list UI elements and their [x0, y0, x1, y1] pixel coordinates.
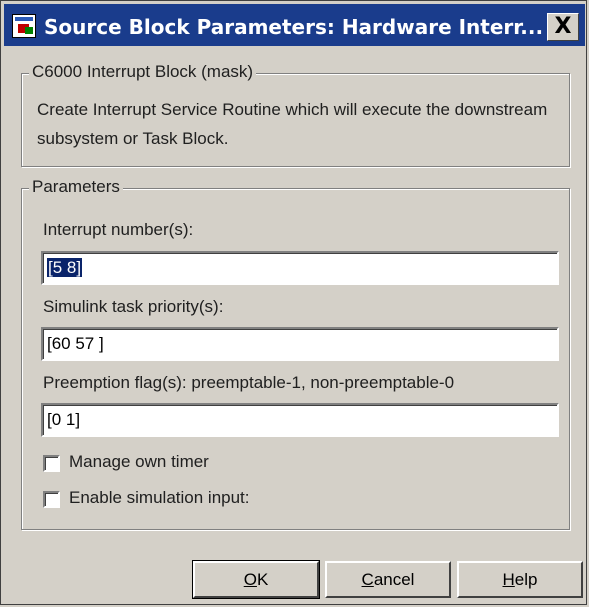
enable-simulation-input-checkbox[interactable] — [43, 491, 60, 508]
preemption-flags-label: Preemption flag(s): preemptable-1, non-p… — [43, 373, 455, 392]
manage-own-timer-label[interactable]: Manage own timer — [69, 452, 209, 472]
task-priority-value: [60 57 ] — [47, 334, 104, 353]
title-bar[interactable]: Source Block Parameters: Hardware Interr… — [4, 4, 585, 46]
interrupt-numbers-input[interactable]: [5 8] — [41, 251, 559, 285]
window-title: Source Block Parameters: Hardware Interr… — [44, 15, 544, 39]
help-label-rest: elp — [514, 570, 538, 589]
mask-description: Create Interrupt Service Routine which w… — [37, 100, 548, 148]
block-parameters-dialog: Source Block Parameters: Hardware Interr… — [0, 0, 587, 605]
task-priority-input[interactable]: [60 57 ] — [41, 327, 559, 361]
ok-mnemonic: O — [243, 570, 257, 589]
preemption-flags-value: [0 1] — [47, 410, 81, 429]
help-button[interactable]: Help — [457, 561, 583, 598]
interrupt-numbers-label: Interrupt number(s): — [43, 220, 194, 239]
ok-label-rest: K — [256, 570, 269, 589]
close-button[interactable]: X — [547, 13, 579, 41]
cancel-mnemonic: C — [361, 570, 374, 589]
task-priority-label: Simulink task priority(s): — [43, 297, 224, 316]
mask-group-legend: C6000 Interrupt Block (mask) — [29, 62, 257, 82]
enable-simulation-input-label[interactable]: Enable simulation input: — [69, 488, 250, 508]
interrupt-numbers-value: [5 8] — [47, 258, 83, 277]
parameters-group-legend: Parameters — [29, 177, 123, 197]
help-mnemonic: H — [502, 570, 515, 589]
cancel-label-rest: ancel — [373, 570, 415, 589]
manage-own-timer-checkbox[interactable] — [43, 455, 60, 472]
preemption-flags-input[interactable]: [0 1] — [41, 403, 559, 437]
cancel-button[interactable]: Cancel — [325, 561, 451, 598]
close-icon: X — [554, 14, 572, 39]
ok-button[interactable]: OK — [192, 560, 320, 599]
simulink-block-icon — [12, 14, 36, 38]
